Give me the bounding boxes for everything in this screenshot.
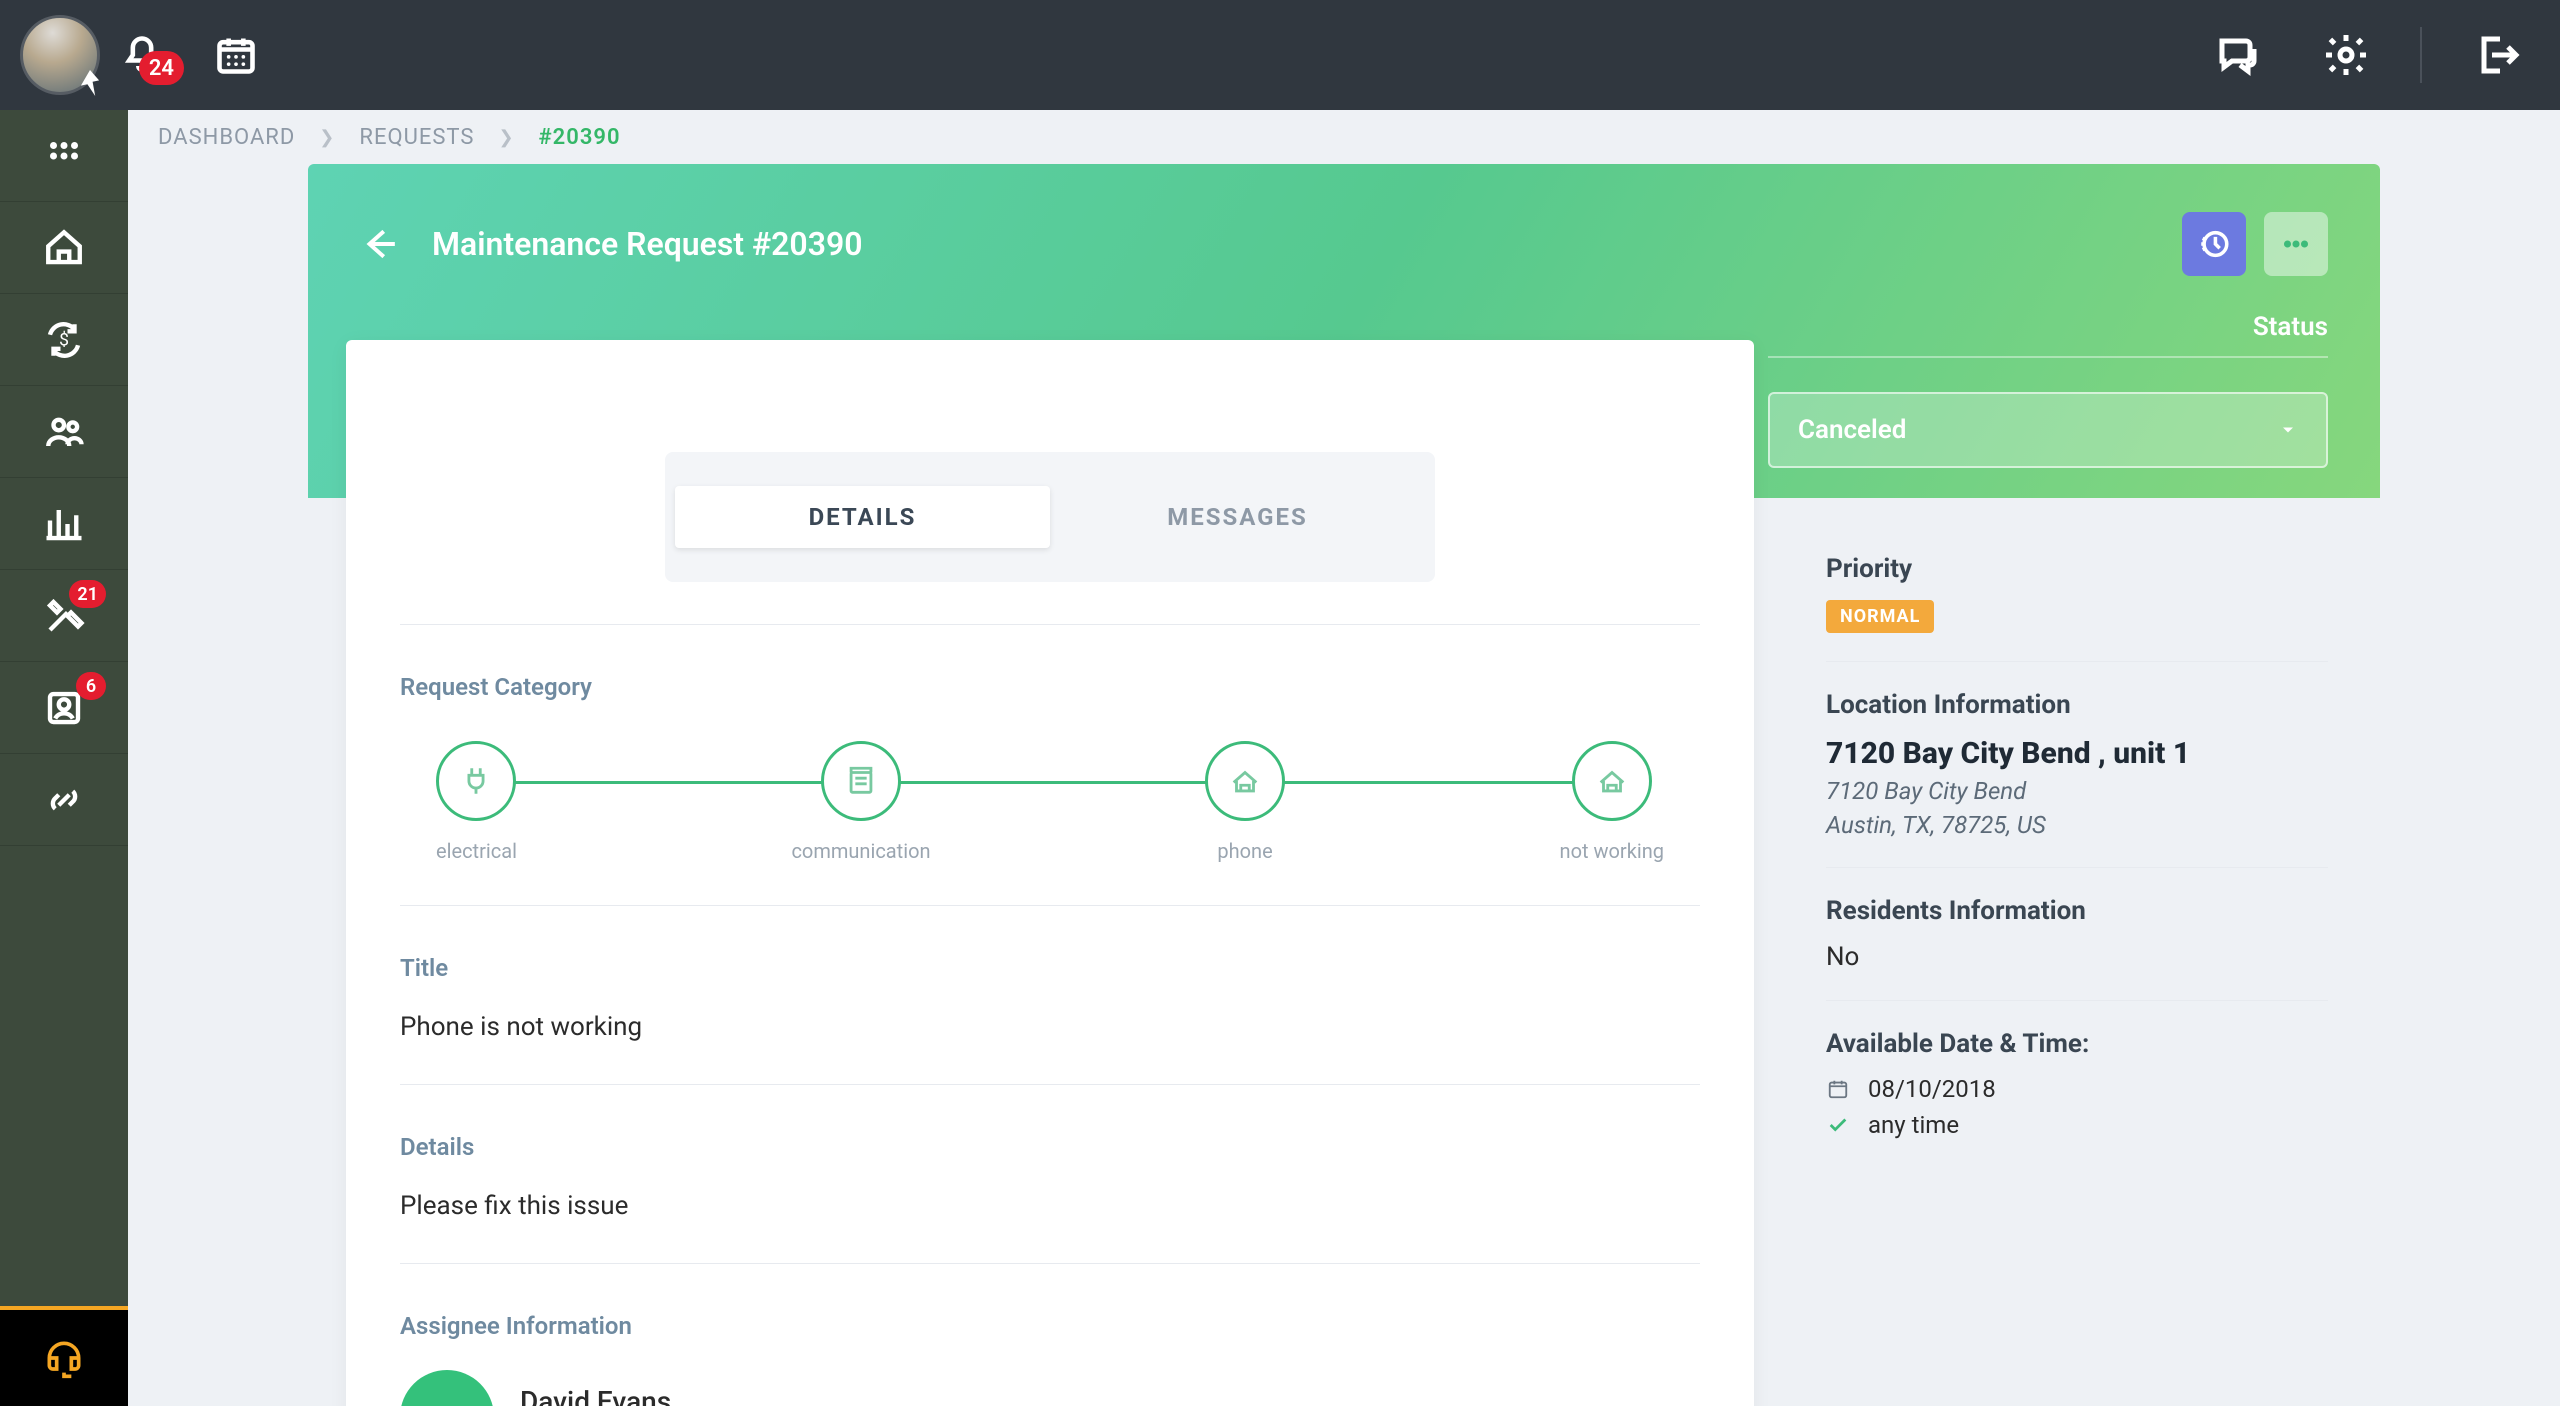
available-date: 08/10/2018 (1868, 1075, 1996, 1103)
status-panel: Status Canceled (1768, 312, 2328, 468)
notifications-button[interactable]: 24 (120, 33, 164, 77)
chat-button[interactable] (2214, 31, 2262, 79)
logout-button[interactable] (2472, 31, 2520, 79)
available-time: any time (1868, 1111, 1959, 1139)
residents-label: Residents Information (1826, 896, 2328, 926)
step-not-working: not working (1560, 741, 1664, 863)
sidebar-item-maintenance[interactable]: 21 (0, 570, 128, 662)
section-request-category: Request Category electrical communicatio… (400, 624, 1700, 863)
step-communication: communication (791, 741, 930, 863)
calendar-button[interactable] (214, 33, 258, 77)
step-label: communication (791, 839, 930, 863)
status-value: Canceled (1798, 415, 1906, 445)
details-card: DETAILS MESSAGES Request Category electr… (346, 340, 1754, 1406)
sidebar-item-property[interactable] (0, 202, 128, 294)
sidebar-item-apps[interactable] (0, 110, 128, 202)
priority-badge: NORMAL (1826, 600, 1934, 633)
assignee-avatar: DE (400, 1370, 494, 1406)
pin-icon (77, 70, 103, 96)
section-assignee: Assignee Information DE David Evans land… (400, 1263, 1700, 1406)
sidebar-support[interactable] (0, 1306, 128, 1406)
grid-icon (43, 135, 85, 177)
check-icon (1826, 1113, 1850, 1137)
sidebar-item-reports[interactable] (0, 478, 128, 570)
breadcrumb: DASHBOARD ❯ REQUESTS ❯ #20390 (128, 110, 2560, 164)
available-label: Available Date & Time: (1826, 1029, 2328, 1059)
sidebar-item-people[interactable] (0, 386, 128, 478)
priority-block: Priority NORMAL (1826, 526, 2328, 662)
history-button[interactable] (2182, 212, 2246, 276)
calendar-icon (1826, 1077, 1850, 1101)
svg-text:$: $ (59, 329, 69, 350)
user-avatar[interactable] (20, 15, 100, 95)
tab-messages[interactable]: MESSAGES (1050, 486, 1425, 548)
sidebar-item-contacts[interactable]: 6 (0, 662, 128, 754)
section-title: Title Phone is not working (400, 905, 1700, 1042)
title-value: Phone is not working (400, 1012, 1700, 1042)
sidebar-item-link[interactable] (0, 754, 128, 846)
maintenance-badge: 21 (69, 580, 106, 608)
location-label: Location Information (1826, 690, 2328, 720)
step-label: electrical (436, 839, 517, 863)
bar-chart-icon (43, 503, 85, 545)
request-category-label: Request Category (400, 673, 1700, 701)
residents-value: No (1826, 942, 2328, 972)
category-stepper: electrical communication phone not (436, 741, 1664, 863)
tab-details[interactable]: DETAILS (675, 486, 1050, 548)
chevron-right-icon: ❯ (319, 127, 335, 148)
status-select[interactable]: Canceled (1768, 392, 2328, 468)
location-block: Location Information 7120 Bay City Bend … (1826, 662, 2328, 868)
divider (1768, 356, 2328, 358)
details-label: Details (400, 1133, 1700, 1161)
breadcrumb-current: #20390 (539, 125, 621, 150)
location-main: 7120 Bay City Bend , unit 1 (1826, 736, 2328, 771)
sidebar: $ 21 6 (0, 110, 128, 1406)
location-line2: Austin, TX, 78725, US (1826, 811, 2328, 839)
title-label: Title (400, 954, 1700, 982)
section-details: Details Please fix this issue (400, 1084, 1700, 1221)
status-label: Status (1768, 312, 2328, 356)
divider (2420, 27, 2422, 83)
sidebar-item-payments[interactable]: $ (0, 294, 128, 386)
settings-button[interactable] (2322, 31, 2370, 79)
step-phone: phone (1205, 741, 1285, 863)
back-button[interactable] (360, 225, 398, 263)
money-cycle-icon: $ (43, 319, 85, 361)
residents-block: Residents Information No (1826, 868, 2328, 1001)
step-electrical: electrical (436, 741, 517, 863)
chevron-right-icon: ❯ (498, 127, 514, 148)
assignee-name: David Evans (520, 1385, 785, 1406)
notifications-badge: 24 (139, 51, 184, 85)
details-value: Please fix this issue (400, 1191, 1700, 1221)
available-block: Available Date & Time: 08/10/2018 any ti… (1826, 1001, 2328, 1167)
link-icon (43, 779, 85, 821)
contacts-badge: 6 (76, 672, 106, 700)
house-icon (43, 227, 85, 269)
info-column: Priority NORMAL Location Information 712… (1754, 498, 2380, 1406)
tabs: DETAILS MESSAGES (665, 452, 1435, 582)
location-line1: 7120 Bay City Bend (1826, 777, 2328, 805)
priority-label: Priority (1826, 554, 2328, 584)
content-area: DASHBOARD ❯ REQUESTS ❯ #20390 Maintenanc… (128, 110, 2560, 1406)
people-icon (43, 411, 85, 453)
step-label: not working (1560, 839, 1664, 863)
more-options-button[interactable] (2264, 212, 2328, 276)
breadcrumb-dashboard[interactable]: DASHBOARD (158, 125, 295, 150)
topbar: 24 (0, 0, 2560, 110)
breadcrumb-requests[interactable]: REQUESTS (359, 125, 474, 150)
step-label: phone (1217, 839, 1272, 863)
assignee-label: Assignee Information (400, 1312, 1700, 1340)
page-title: Maintenance Request #20390 (432, 225, 863, 263)
chevron-down-icon (2278, 420, 2298, 440)
